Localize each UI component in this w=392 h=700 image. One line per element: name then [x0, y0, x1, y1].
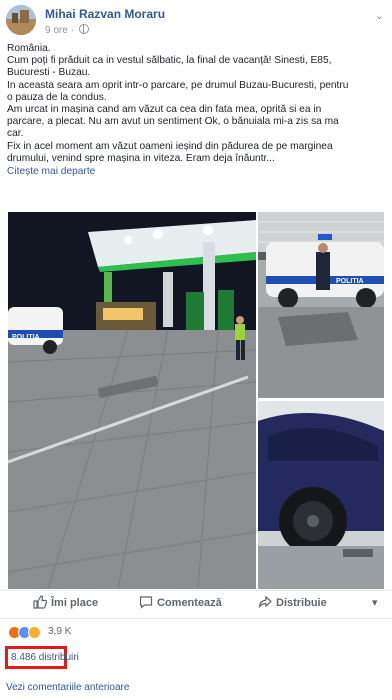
flat-tire-suv-photo[interactable]	[258, 401, 384, 589]
like-button[interactable]: Îmi place	[33, 595, 98, 611]
view-previous-comments-link[interactable]: Vezi comentariile anterioare	[6, 682, 129, 693]
comment-icon	[139, 596, 153, 609]
see-more-link[interactable]: Citește mai departe	[7, 166, 387, 178]
shares-highlight: 8.486 distribuiri	[5, 646, 79, 669]
post-text-line: Fix in acel moment am văzut oameni ieșin…	[7, 140, 333, 152]
gas-station-night-photo[interactable]: POLITIA	[8, 212, 256, 589]
post-text-line: Cum poți fi prăduit ca in vestul sălbati…	[7, 55, 332, 67]
shares-count[interactable]: 8.486 distribuiri	[11, 652, 79, 663]
post-text-line: drumului, venind spre mașina in viteza. …	[7, 152, 275, 164]
wow-icon	[28, 626, 41, 639]
police-car-photo[interactable]: POLITIA	[258, 212, 384, 398]
chevron-down-icon[interactable]: ⌄	[375, 9, 384, 22]
post-header: Mihai Razvan Moraru 9 ore · ⌄	[0, 0, 392, 40]
share-label: Distribuie	[276, 597, 327, 609]
post-text-line: Bucuresti - Buzau.	[7, 67, 91, 79]
author-name[interactable]: Mihai Razvan Moraru	[45, 7, 165, 21]
post-text-line: România.	[7, 43, 51, 54]
like-label: Îmi place	[51, 597, 99, 609]
timestamp-text: 9 ore ·	[45, 25, 77, 36]
svg-text:POLITIA: POLITIA	[12, 334, 40, 341]
reaction-count[interactable]: 3,9 K	[48, 626, 71, 637]
post-timestamp[interactable]: 9 ore ·	[45, 24, 89, 36]
comment-button[interactable]: Comentează	[139, 595, 222, 611]
comment-label: Comentează	[157, 597, 222, 609]
photo-grid: POLITIA POLITIA	[8, 212, 384, 590]
audience-dropdown[interactable]: ▾	[372, 595, 378, 611]
author-avatar[interactable]	[6, 5, 36, 35]
post-text-line: o pauza de la condus.	[7, 91, 107, 103]
post-body: România. Cum poți fi prăduit ca in vestu…	[7, 43, 387, 178]
globe-icon	[78, 24, 89, 34]
post-text-line: parcare, a plecat. Nu am avut un sentime…	[7, 116, 339, 128]
post-actions: Îmi place Comentează Distribuie ▾	[0, 590, 392, 615]
share-button[interactable]: Distribuie	[258, 595, 327, 611]
post-text-line: In aceasta seara am oprit intr-o parcare…	[7, 79, 349, 91]
reactions-bar[interactable]: 3,9 K	[0, 618, 392, 645]
share-icon	[258, 595, 272, 609]
thumbs-up-icon	[33, 595, 48, 609]
post-text-line: car.	[7, 128, 24, 140]
post-text-line: Am urcat in mașina cand am văzut ca cea …	[7, 104, 322, 116]
svg-text:POLITIA: POLITIA	[336, 278, 364, 285]
